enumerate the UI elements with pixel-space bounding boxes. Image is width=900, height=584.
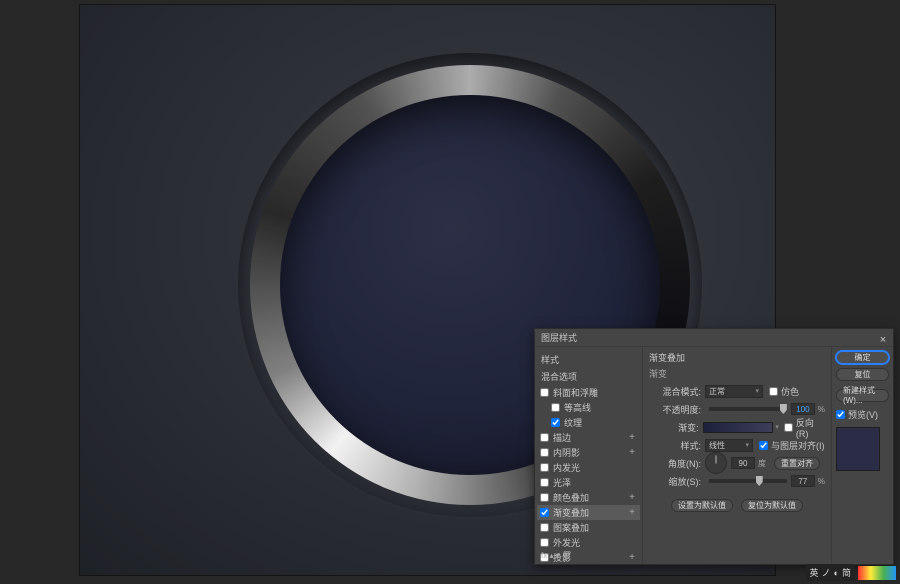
- blend-options-header[interactable]: 混合选项: [537, 368, 640, 385]
- layer-style-dialog: 图层样式 × 样式 混合选项 斜面和浮雕 等高线 纹理 描边+ 内阴影+ 内发光…: [534, 328, 894, 565]
- plus-icon[interactable]: +: [627, 552, 637, 563]
- checkbox[interactable]: [540, 493, 549, 502]
- effect-bevel[interactable]: 斜面和浮雕: [537, 385, 640, 400]
- plus-icon[interactable]: +: [627, 447, 637, 458]
- effect-contour[interactable]: 等高线: [537, 400, 640, 415]
- section-title: 渐变叠加: [649, 351, 825, 364]
- fx-footer[interactable]: fx ▴ ▾ 🗑: [541, 551, 572, 560]
- preview-label: 预览(V): [848, 408, 878, 421]
- checkbox[interactable]: [551, 418, 560, 427]
- blend-mode-label: 混合模式:: [649, 385, 701, 398]
- reset-default-button[interactable]: 复位为默认值: [741, 499, 803, 512]
- dither-checkbox[interactable]: [769, 387, 778, 396]
- reverse-checkbox[interactable]: [784, 423, 793, 432]
- opacity-slider[interactable]: [709, 407, 787, 411]
- plus-icon[interactable]: +: [627, 492, 637, 503]
- close-icon[interactable]: ×: [878, 331, 888, 341]
- effect-texture[interactable]: 纹理: [537, 415, 640, 430]
- effect-color-overlay[interactable]: 颜色叠加+: [537, 490, 640, 505]
- chevron-down-icon[interactable]: ▾: [775, 423, 779, 431]
- angle-input[interactable]: [731, 457, 755, 469]
- reset-align-button[interactable]: 重置对齐: [774, 457, 820, 470]
- align-label: 与图层对齐(I): [771, 439, 825, 452]
- blend-mode-dropdown[interactable]: 正常▾: [705, 385, 763, 398]
- taskbar: 英 ノ ◐ 简: [806, 564, 896, 581]
- checkbox[interactable]: [540, 508, 549, 517]
- effect-stroke[interactable]: 描边+: [537, 430, 640, 445]
- checkbox[interactable]: [540, 523, 549, 532]
- new-style-button[interactable]: 新建样式(W)...: [836, 389, 889, 402]
- style-label: 样式:: [649, 439, 701, 452]
- dialog-title-bar[interactable]: 图层样式 ×: [535, 329, 893, 347]
- scale-input[interactable]: [791, 475, 815, 487]
- effect-gradient-overlay[interactable]: 渐变叠加+: [537, 505, 640, 520]
- scale-slider[interactable]: [709, 479, 787, 483]
- angle-wheel[interactable]: [705, 452, 727, 474]
- effect-inner-shadow[interactable]: 内阴影+: [537, 445, 640, 460]
- style-dropdown[interactable]: 线性▾: [705, 439, 753, 452]
- plus-icon[interactable]: +: [627, 432, 637, 443]
- make-default-button[interactable]: 设置为默认值: [671, 499, 733, 512]
- dialog-title: 图层样式: [541, 333, 577, 343]
- chevron-down-icon: ▾: [745, 441, 749, 449]
- dither-label: 仿色: [781, 385, 799, 398]
- action-column: 确定 复位 新建样式(W)... 预览(V): [831, 347, 893, 564]
- opacity-label: 不透明度:: [649, 403, 701, 416]
- moon-icon: ◐: [834, 568, 839, 578]
- scale-label: 缩放(S):: [649, 475, 701, 488]
- preview-swatch: [836, 427, 880, 471]
- styles-header[interactable]: 样式: [537, 351, 640, 368]
- subsection-title: 渐变: [649, 367, 825, 380]
- angle-label: 角度(N):: [649, 457, 701, 470]
- ok-button[interactable]: 确定: [836, 351, 889, 364]
- effect-pattern-overlay[interactable]: 图案叠加: [537, 520, 640, 535]
- preview-checkbox[interactable]: [836, 410, 845, 419]
- chevron-down-icon: ▾: [755, 387, 759, 395]
- settings-panel: 渐变叠加 渐变 混合模式: 正常▾ 仿色 不透明度: % 渐变: ▾ 反向(R): [643, 347, 831, 564]
- plus-icon[interactable]: +: [627, 507, 637, 518]
- gradient-swatch[interactable]: [703, 422, 774, 433]
- color-swatch-bar[interactable]: [858, 566, 896, 580]
- ime-indicator[interactable]: 英 ノ ◐ 简: [806, 564, 855, 581]
- gradient-label: 渐变:: [649, 421, 699, 434]
- align-checkbox[interactable]: [759, 441, 768, 450]
- checkbox[interactable]: [551, 403, 560, 412]
- cancel-button[interactable]: 复位: [836, 368, 889, 381]
- effect-outer-glow[interactable]: 外发光: [537, 535, 640, 550]
- effect-inner-glow[interactable]: 内发光: [537, 460, 640, 475]
- reverse-label: 反向(R): [796, 416, 825, 439]
- checkbox[interactable]: [540, 538, 549, 547]
- checkbox[interactable]: [540, 448, 549, 457]
- opacity-input[interactable]: [791, 403, 815, 415]
- checkbox[interactable]: [540, 463, 549, 472]
- effects-list: 样式 混合选项 斜面和浮雕 等高线 纹理 描边+ 内阴影+ 内发光 光泽 颜色叠…: [535, 347, 643, 564]
- effect-satin[interactable]: 光泽: [537, 475, 640, 490]
- checkbox[interactable]: [540, 478, 549, 487]
- checkbox[interactable]: [540, 433, 549, 442]
- checkbox[interactable]: [540, 388, 549, 397]
